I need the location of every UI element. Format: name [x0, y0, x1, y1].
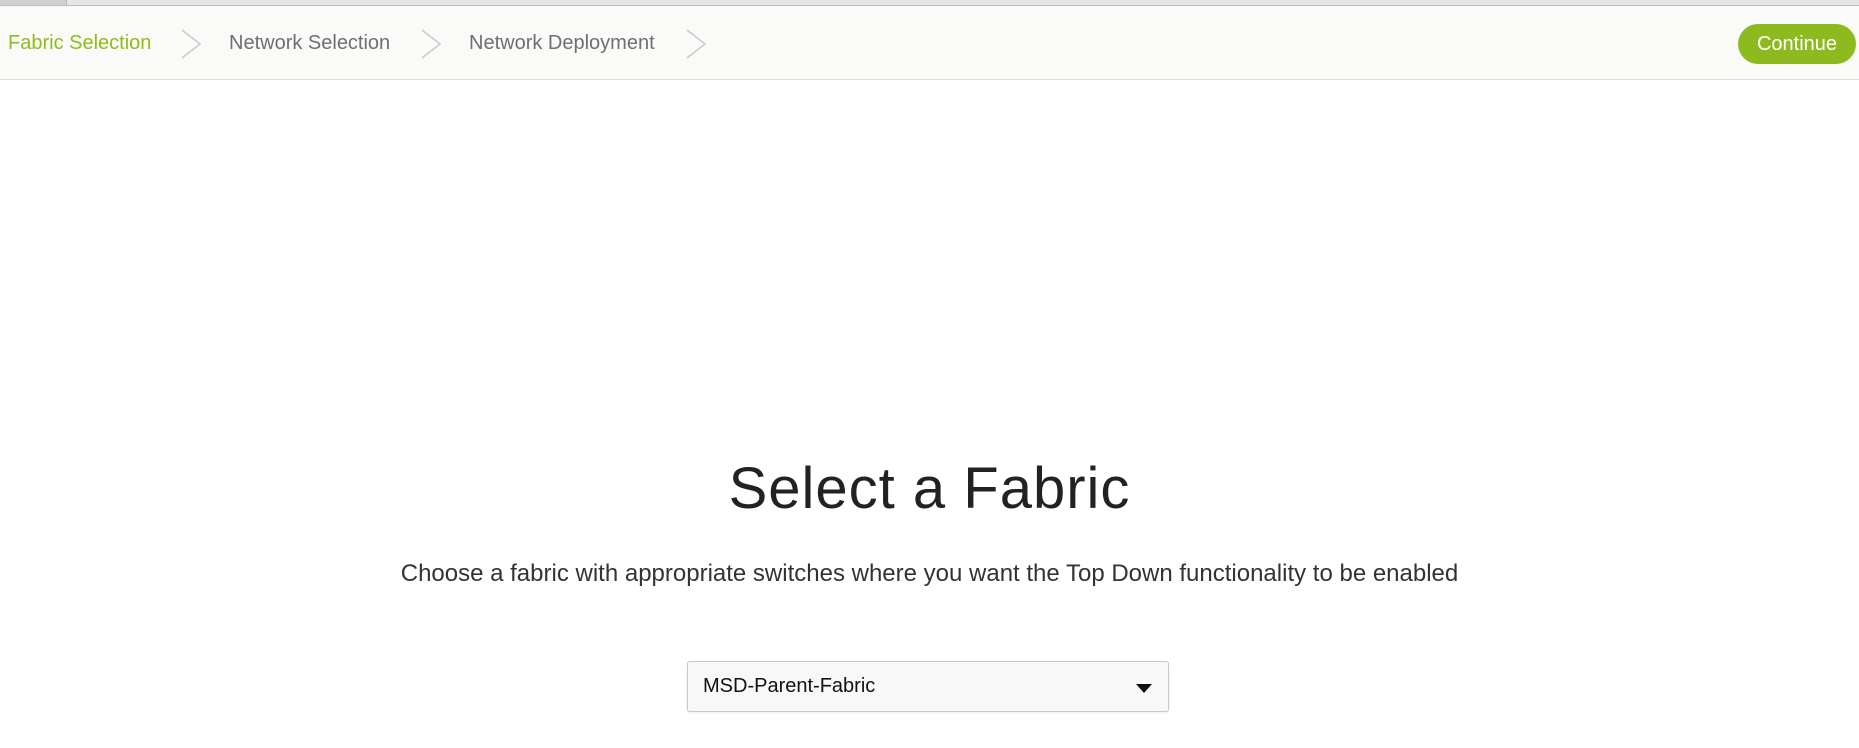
- page-title: Select a Fabric: [728, 456, 1131, 521]
- wizard-step-fabric-selection[interactable]: Fabric Selection: [8, 6, 151, 80]
- browser-tab-edge: [0, 0, 67, 5]
- wizard-step-network-deployment[interactable]: Network Deployment: [469, 6, 655, 80]
- page-subtitle: Choose a fabric with appropriate switche…: [400, 560, 1459, 587]
- page: Fabric Selection Network Selection Netwo…: [0, 0, 1859, 748]
- fabric-select-dropdown[interactable]: MSD-Parent-Fabric: [687, 661, 1169, 712]
- wizard-progress-bar: Fabric Selection Network Selection Netwo…: [0, 6, 1859, 80]
- chevron-right-icon: [418, 28, 444, 60]
- continue-button[interactable]: Continue: [1738, 24, 1856, 64]
- chevron-right-icon: [178, 28, 204, 60]
- caret-down-icon: [1136, 681, 1152, 693]
- chevron-right-icon: [683, 28, 709, 60]
- wizard-step-network-selection[interactable]: Network Selection: [229, 6, 390, 80]
- fabric-select-value: MSD-Parent-Fabric: [703, 675, 876, 697]
